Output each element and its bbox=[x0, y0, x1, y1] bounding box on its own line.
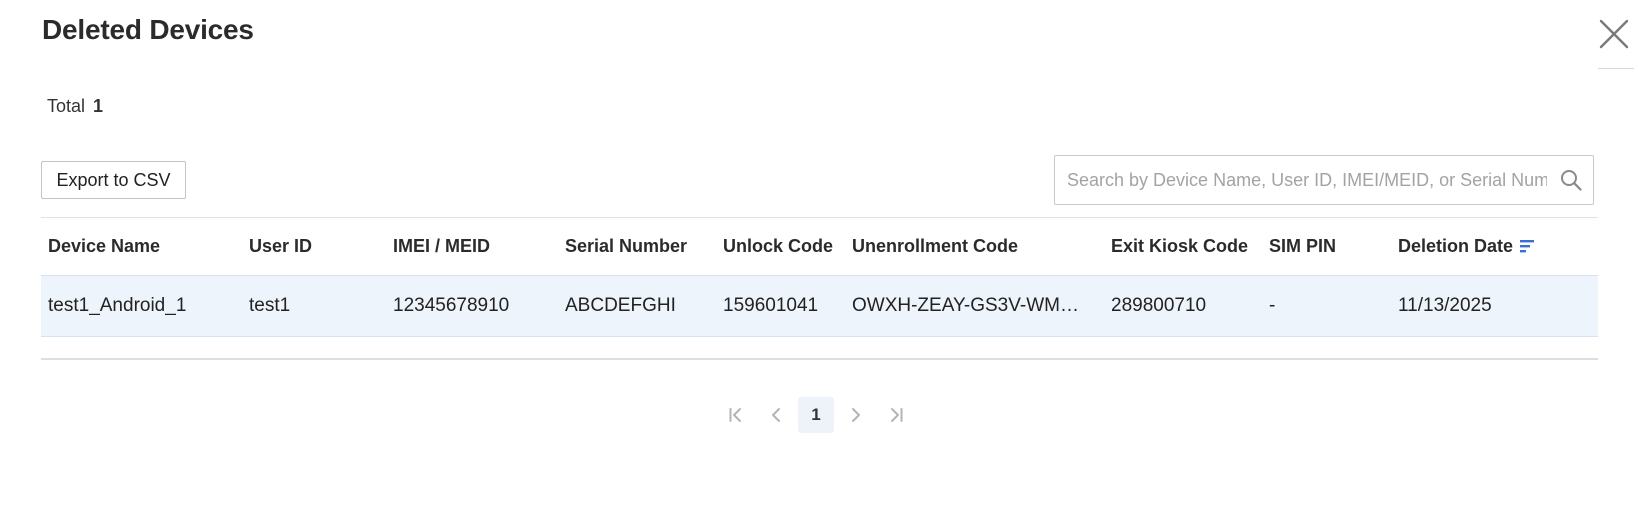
last-page-button[interactable] bbox=[878, 397, 914, 433]
column-header-deletion-date[interactable]: Deletion Date bbox=[1398, 218, 1535, 275]
cell-serial-number: ABCDEFGHI bbox=[565, 295, 676, 316]
close-button[interactable] bbox=[1596, 16, 1632, 52]
column-header-sim-pin[interactable]: SIM PIN bbox=[1269, 218, 1336, 275]
cell-imei-meid: 12345678910 bbox=[393, 295, 510, 316]
table-header: Device Name User ID IMEI / MEID Serial N… bbox=[41, 218, 1598, 276]
page-number-button[interactable]: 1 bbox=[798, 397, 834, 433]
cell-sim-pin: - bbox=[1269, 295, 1276, 316]
total-count: 1 bbox=[93, 96, 104, 116]
close-divider bbox=[1598, 68, 1634, 69]
column-header-serial-number[interactable]: Serial Number bbox=[565, 218, 687, 275]
previous-page-button[interactable] bbox=[758, 397, 794, 433]
previous-page-icon bbox=[772, 408, 780, 422]
total-summary: Total 1 bbox=[47, 96, 103, 117]
deleted-devices-dialog: Deleted Devices Total 1 Export to CSV Dev… bbox=[0, 0, 1638, 531]
next-page-button[interactable] bbox=[838, 397, 874, 433]
column-header-unenrollment-code[interactable]: Unenrollment Code bbox=[852, 218, 1018, 275]
cell-deletion-date: 11/13/2025 bbox=[1398, 295, 1492, 316]
column-header-exit-kiosk-code[interactable]: Exit Kiosk Code bbox=[1111, 218, 1248, 275]
table-bottom-divider bbox=[41, 358, 1598, 360]
column-header-imei-meid[interactable]: IMEI / MEID bbox=[393, 218, 490, 275]
sort-descending-icon[interactable] bbox=[1519, 238, 1535, 254]
search-box bbox=[1054, 155, 1594, 205]
column-header-deletion-date-label: Deletion Date bbox=[1398, 236, 1514, 256]
dialog-title: Deleted Devices bbox=[42, 14, 254, 45]
column-header-unlock-code[interactable]: Unlock Code bbox=[723, 218, 833, 275]
next-page-icon bbox=[852, 408, 860, 422]
cell-user-id: test1 bbox=[249, 295, 291, 316]
cell-device-name: test1_Android_1 bbox=[48, 295, 187, 316]
column-header-device-name[interactable]: Device Name bbox=[48, 218, 160, 275]
export-csv-button[interactable]: Export to CSV bbox=[41, 161, 186, 199]
search-input[interactable] bbox=[1067, 156, 1547, 204]
cell-exit-kiosk-code: 289800710 bbox=[1111, 295, 1207, 316]
table-row[interactable]: test1_Android_1 test1 12345678910 ABCDEF… bbox=[41, 276, 1598, 337]
first-page-icon bbox=[729, 408, 741, 422]
total-label: Total bbox=[47, 96, 86, 116]
cell-unenrollment-code: OWXH-ZEAY-GS3V-WM… bbox=[852, 295, 1079, 316]
search-icon[interactable] bbox=[1559, 168, 1583, 192]
last-page-icon bbox=[891, 408, 903, 422]
close-icon bbox=[1599, 19, 1629, 49]
column-header-user-id[interactable]: User ID bbox=[249, 218, 312, 275]
first-page-button[interactable] bbox=[718, 397, 754, 433]
cell-unlock-code: 159601041 bbox=[723, 295, 819, 316]
